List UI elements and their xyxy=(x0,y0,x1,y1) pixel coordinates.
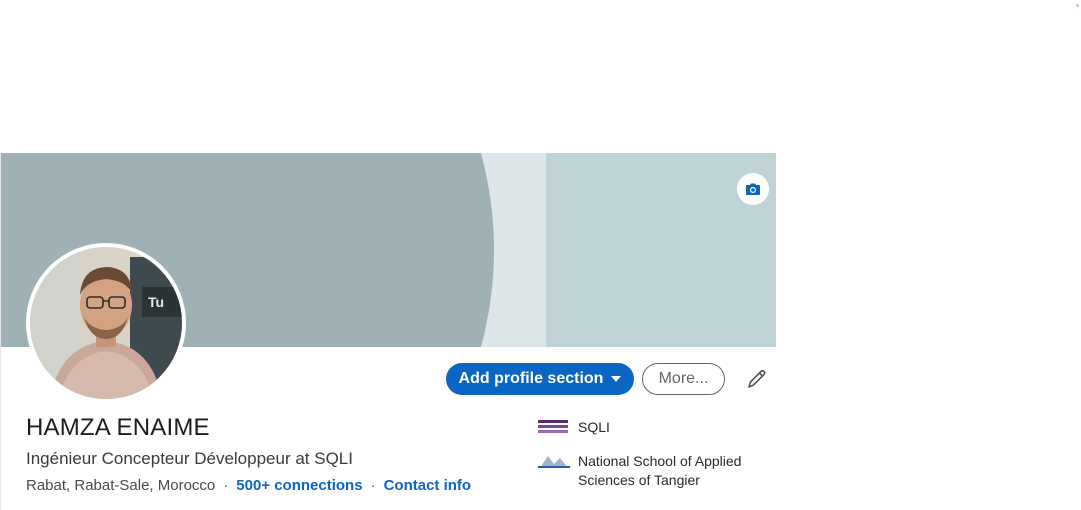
org-item-sqli[interactable]: SQLI xyxy=(538,418,610,437)
org-name-ensa-line1: National School of Applied xyxy=(578,453,742,469)
caret-down-icon xyxy=(611,376,622,382)
edit-banner-camera-button[interactable] xyxy=(737,173,769,205)
avatar-photo: Tu xyxy=(30,247,182,399)
corner-dot xyxy=(1076,4,1079,7)
profile-name: HAMZA ENAIME xyxy=(26,414,210,441)
edit-intro-button[interactable] xyxy=(743,365,771,393)
profile-headline: Ingénieur Concepteur Développeur at SQLI xyxy=(26,449,353,468)
meta-separator: · xyxy=(370,477,376,494)
org-item-ensa[interactable]: National School of Applied Sciences of T… xyxy=(538,452,741,490)
connections-link[interactable]: 500+ connections xyxy=(236,477,362,494)
more-button[interactable]: More... xyxy=(642,363,725,395)
svg-text:Tu: Tu xyxy=(148,294,164,310)
meta-separator: · xyxy=(223,477,229,494)
add-profile-section-label: Add profile section xyxy=(458,370,604,387)
pencil-icon xyxy=(748,369,766,388)
contact-info-link[interactable]: Contact info xyxy=(384,477,472,494)
profile-meta-line: Rabat, Rabat-Sale, Morocco · 500+ connecti… xyxy=(26,477,471,494)
ensa-logo-icon xyxy=(538,456,570,468)
profile-location: Rabat, Rabat-Sale, Morocco xyxy=(26,477,216,494)
sqli-logo-icon xyxy=(538,420,568,433)
profile-card: Tu Add profile section More... HAMZA ENA… xyxy=(0,153,776,510)
camera-icon xyxy=(746,183,760,195)
profile-avatar[interactable]: Tu xyxy=(26,243,186,403)
org-name-ensa-line2: Sciences of Tangier xyxy=(578,472,700,488)
org-name-sqli: SQLI xyxy=(578,419,610,435)
org-name-ensa: National School of Applied Sciences of T… xyxy=(578,452,741,490)
add-profile-section-button[interactable]: Add profile section xyxy=(446,363,634,395)
